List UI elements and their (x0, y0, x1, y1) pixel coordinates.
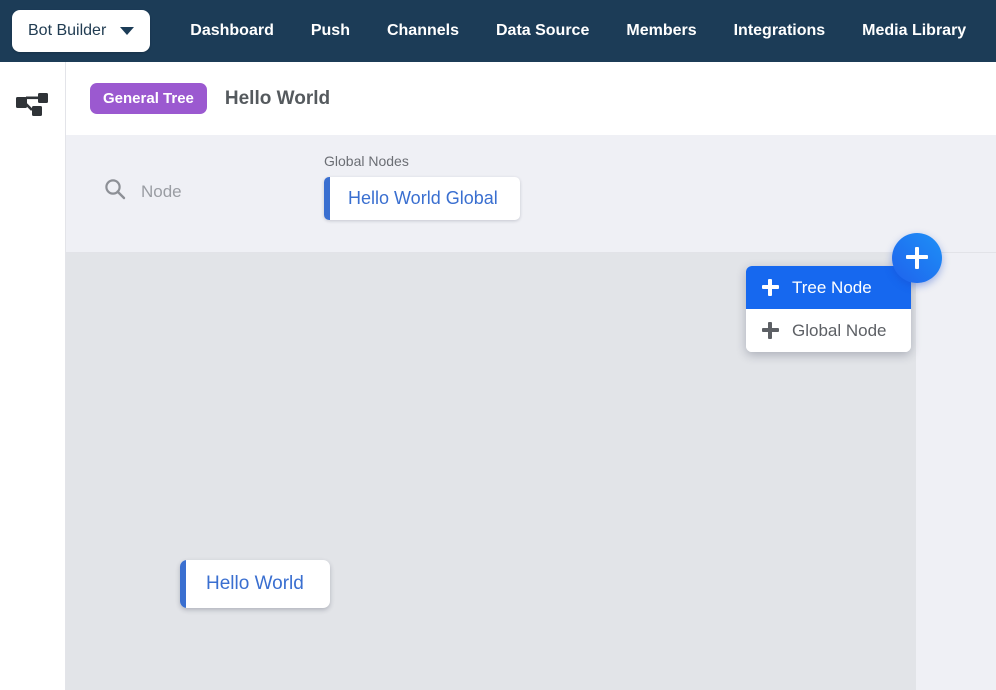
tree-node-label: Hello World (206, 573, 304, 594)
nav-item-media-library[interactable]: Media Library (862, 22, 966, 40)
tree-node-card[interactable]: Hello World (180, 560, 330, 608)
nav-item-data-source[interactable]: Data Source (496, 22, 589, 40)
bot-builder-dropdown-button[interactable]: Bot Builder (12, 10, 151, 52)
add-node-fab-button[interactable] (892, 233, 942, 283)
plus-icon (762, 322, 779, 339)
global-node-label: Hello World Global (348, 188, 498, 208)
breadcrumb-bar: General Tree Hello World (66, 62, 996, 135)
global-nodes-section: Global Nodes Hello World Global (324, 153, 520, 225)
top-navigation-bar: Bot Builder Dashboard Push Channels Data… (0, 0, 996, 62)
node-search-placeholder: Node (141, 181, 182, 201)
menu-item-tree-node[interactable]: Tree Node (746, 266, 911, 309)
nav-item-channels[interactable]: Channels (387, 22, 459, 40)
menu-item-tree-node-label: Tree Node (792, 277, 872, 297)
plus-icon (762, 279, 779, 296)
left-sidebar-rail (0, 62, 66, 690)
chevron-down-icon (120, 27, 135, 35)
bot-builder-label: Bot Builder (28, 22, 107, 39)
plus-icon (906, 247, 928, 269)
add-node-menu: Tree Node Global Node (746, 266, 911, 352)
canvas-node-wrapper: Hello World (180, 560, 330, 613)
global-nodes-label: Global Nodes (324, 153, 409, 169)
search-icon (104, 178, 126, 205)
nav-links: Dashboard Push Channels Data Source Memb… (190, 22, 966, 40)
nav-item-members[interactable]: Members (626, 22, 696, 40)
nav-item-dashboard[interactable]: Dashboard (190, 22, 274, 40)
node-search-input[interactable]: Node (104, 178, 182, 205)
nav-item-integrations[interactable]: Integrations (734, 22, 826, 40)
app-root: Bot Builder Dashboard Push Channels Data… (0, 0, 996, 690)
filter-band: Node Global Nodes Hello World Global (66, 135, 996, 253)
page-title: Hello World (224, 87, 331, 109)
menu-item-global-node-label: Global Node (792, 320, 887, 340)
global-node-card[interactable]: Hello World Global (324, 177, 520, 220)
nav-item-push[interactable]: Push (311, 22, 350, 40)
tree-badge[interactable]: General Tree (90, 83, 207, 114)
tree-hierarchy-icon[interactable] (13, 84, 51, 122)
menu-item-global-node[interactable]: Global Node (746, 309, 911, 352)
